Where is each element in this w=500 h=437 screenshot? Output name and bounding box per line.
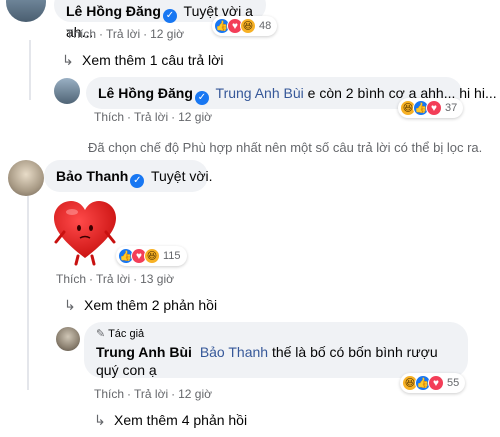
view-more-replies[interactable]: ↳ Xem thêm 4 phản hồi <box>94 412 247 429</box>
reply-button[interactable]: Trả lời <box>134 110 168 124</box>
avatar[interactable] <box>56 327 80 351</box>
reaction-count: 48 <box>259 20 272 32</box>
author-badge-label: Tác giả <box>108 328 145 340</box>
comment-actions: Thích · Trả lời · 13 giờ <box>56 272 174 286</box>
avatar[interactable] <box>6 0 46 22</box>
timestamp[interactable]: 12 giờ <box>178 110 212 124</box>
reaction-count: 55 <box>447 377 460 389</box>
thread-line <box>29 40 31 100</box>
mention-link[interactable]: Bảo Thanh <box>200 344 268 360</box>
reaction-summary[interactable]: 👍 ♥ 😆 115 <box>116 246 187 266</box>
reaction-count: 115 <box>163 250 181 262</box>
comment-author[interactable]: Bảo Thanh <box>56 168 128 184</box>
haha-reaction-icon: 😆 <box>240 18 256 34</box>
heart-sticker <box>50 196 120 266</box>
reply-button[interactable]: Trả lời <box>134 387 168 401</box>
avatar[interactable] <box>8 160 44 196</box>
reply-arrow-icon: ↳ <box>62 52 74 68</box>
filter-notice: Đã chọn chế độ Phù hợp nhất nên một số c… <box>88 140 483 155</box>
view-more-replies[interactable]: ↳ Xem thêm 1 câu trả lời <box>62 52 223 69</box>
pencil-icon: ✎ <box>96 328 106 340</box>
like-button[interactable]: Thích <box>94 110 124 124</box>
reply-arrow-icon: ↳ <box>64 297 76 313</box>
comment-actions: Thích · Trả lời · 12 giờ <box>94 110 212 124</box>
reply-arrow-icon: ↳ <box>94 412 106 428</box>
verified-badge-icon: ✓ <box>194 91 209 105</box>
verified-badge-icon: ✓ <box>162 9 177 23</box>
view-more-replies[interactable]: ↳ Xem thêm 2 phản hồi <box>64 297 217 314</box>
timestamp[interactable]: 12 giờ <box>178 387 212 401</box>
reaction-summary[interactable]: 👍 ♥ 😆 48 <box>212 16 278 36</box>
like-button[interactable]: Thích <box>66 27 96 41</box>
author-badge: ✎ Tác giả <box>96 328 456 341</box>
comment-bubble: ✎ Tác giả Trung Anh Bùi Bảo Thanh thế là… <box>84 322 468 378</box>
haha-reaction-icon: 😆 <box>144 248 160 264</box>
thread-line <box>27 190 29 390</box>
view-more-label: Xem thêm 4 phản hồi <box>114 412 248 428</box>
comment-actions: Thích · Trả lời · 12 giờ <box>94 387 212 401</box>
like-button[interactable]: Thích <box>56 272 86 286</box>
reaction-summary[interactable]: 😆 👍 ♥ 55 <box>400 373 466 393</box>
love-reaction-icon: ♥ <box>426 100 442 116</box>
mention-link[interactable]: Trung Anh Bùi <box>216 85 304 101</box>
comment-text: Tuyệt vời. <box>150 168 213 184</box>
comment-bubble: Bảo Thanh ✓ Tuyệt vời. <box>44 160 213 192</box>
comment-author[interactable]: Trung Anh Bùi <box>96 344 192 360</box>
like-button[interactable]: Thích <box>94 387 124 401</box>
comment-actions: Thích · Trả lời · 12 giờ <box>66 27 184 41</box>
avatar[interactable] <box>54 78 80 104</box>
reaction-summary[interactable]: 😆 👍 ♥ 37 <box>398 98 464 118</box>
timestamp[interactable]: 12 giờ <box>150 27 184 41</box>
reaction-count: 37 <box>445 102 458 114</box>
reply-button[interactable]: Trả lời <box>96 272 130 286</box>
reply-button[interactable]: Trả lời <box>106 27 140 41</box>
love-reaction-icon: ♥ <box>428 375 444 391</box>
comment-author[interactable]: Lê Hồng Đăng <box>98 85 193 101</box>
verified-badge-icon: ✓ <box>130 174 145 188</box>
comment-author[interactable]: Lê Hồng Đăng <box>66 3 161 19</box>
timestamp[interactable]: 13 giờ <box>140 272 174 286</box>
view-more-label: Xem thêm 1 câu trả lời <box>82 52 224 68</box>
view-more-label: Xem thêm 2 phản hồi <box>84 297 218 313</box>
